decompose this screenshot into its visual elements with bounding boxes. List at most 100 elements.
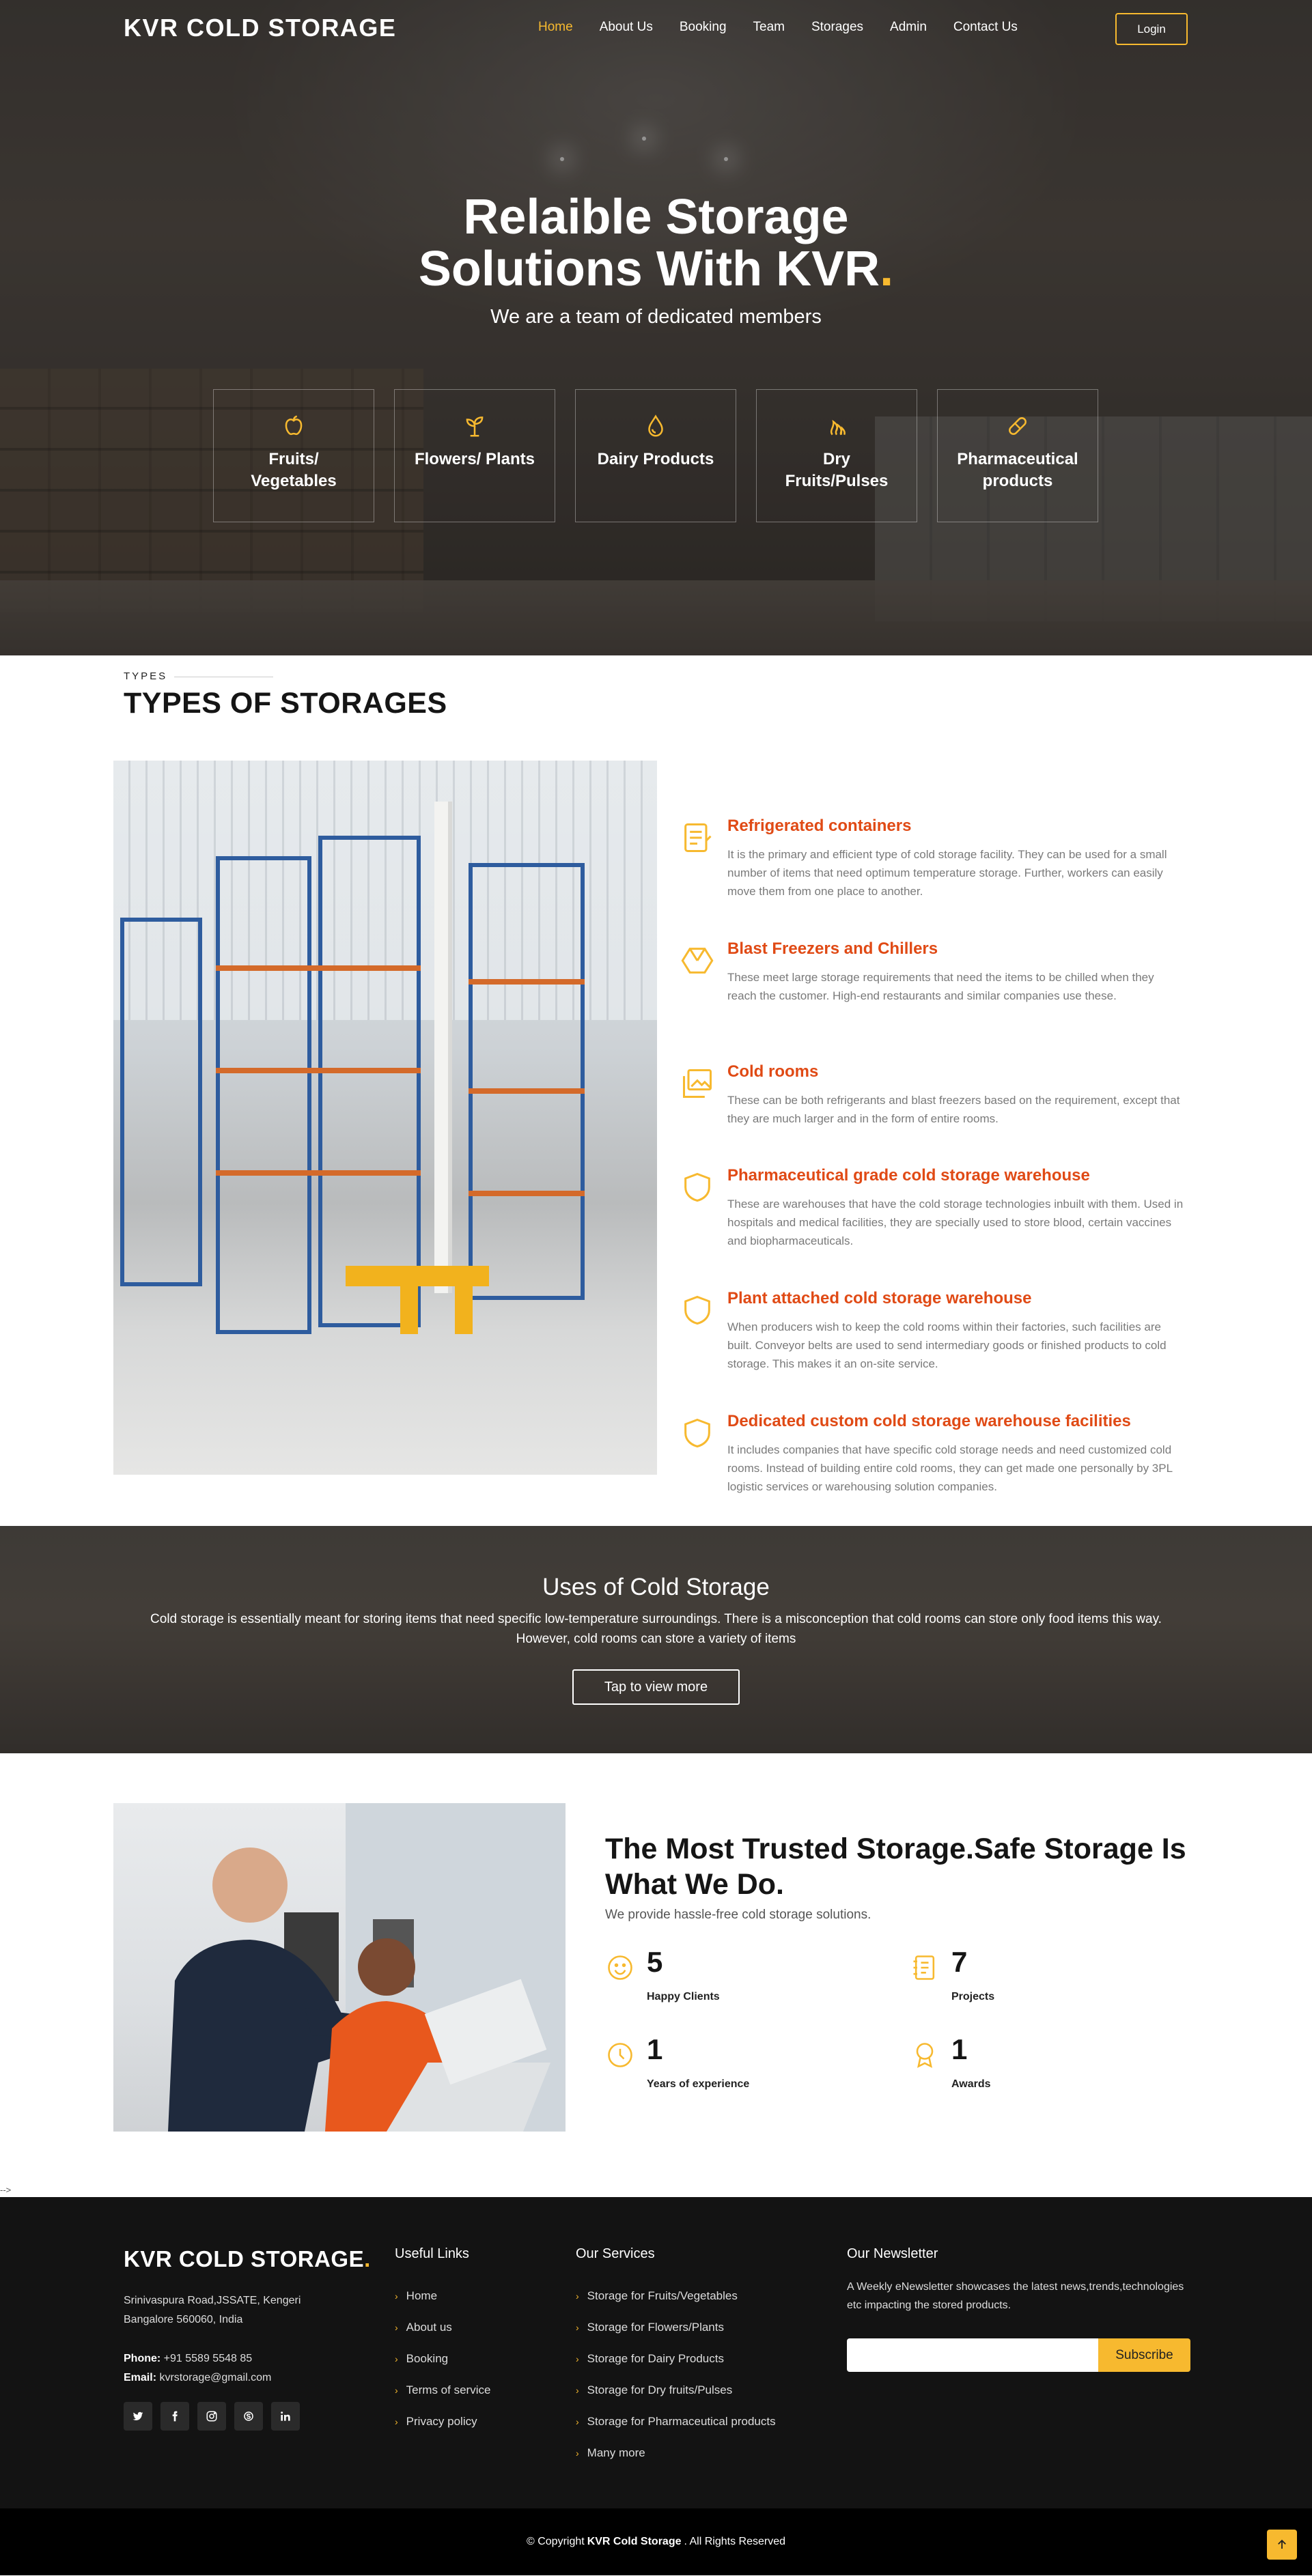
chevron-right-icon: ›	[576, 2385, 579, 2396]
category-dry-fruits-pulses[interactable]: Dry Fruits/Pulses	[756, 389, 917, 522]
footer-service-link[interactable]: › Storage for Dry fruits/Pulses	[576, 2375, 776, 2406]
category-fruits-vegetables[interactable]: Fruits/Vegetables	[213, 389, 374, 522]
category-flowers-plants[interactable]: Flowers/ Plants	[394, 389, 555, 522]
skype-icon[interactable]	[234, 2402, 263, 2431]
hexagon-icon	[681, 948, 714, 974]
footer-link-privacy[interactable]: › Privacy policy	[395, 2406, 490, 2437]
stat-number: 7	[951, 1946, 968, 1978]
footer-service-link[interactable]: › Storage for Fruits/Vegetables	[576, 2280, 776, 2312]
newsletter-email-input[interactable]	[847, 2338, 1098, 2372]
copyright-bar: © Copyright KVR Cold Storage . All Right…	[0, 2508, 1312, 2575]
copyright-name: KVR Cold Storage	[587, 2536, 682, 2547]
stat-number: 1	[647, 2033, 663, 2065]
service-text: When producers wish to keep the cold roo…	[727, 1320, 1167, 1370]
nav-booking[interactable]: Booking	[680, 20, 727, 35]
service-item: Refrigerated containers It is the primar…	[680, 817, 1192, 898]
service-title: Cold rooms	[727, 1062, 819, 1081]
service-title: Plant attached cold storage warehouse	[727, 1289, 1032, 1307]
footer-link-booking[interactable]: › Booking	[395, 2343, 490, 2375]
stat-number: 5	[647, 1946, 663, 1978]
footer-logo[interactable]: KVR COLD STORAGE.	[124, 2246, 371, 2272]
footer-link-about[interactable]: › About us	[395, 2312, 490, 2343]
nav-storages[interactable]: Storages	[811, 20, 863, 35]
trusted-section: The Most Trusted Storage.Safe Storage Is…	[0, 1753, 1312, 2197]
category-label-line2: products	[982, 472, 1053, 490]
shield-icon	[684, 1172, 710, 1202]
copyright-prefix: © Copyright	[526, 2536, 585, 2547]
category-dairy-products[interactable]: Dairy Products	[575, 389, 736, 522]
service-title: Dedicated custom cold storage warehouse …	[727, 1412, 1131, 1430]
category-pharmaceutical-products[interactable]: Pharmaceutical products	[937, 389, 1098, 522]
footer-link-terms[interactable]: › Terms of service	[395, 2375, 490, 2406]
footer-address: Srinivaspura Road,JSSATE, Kengeri Bangal…	[124, 2291, 342, 2330]
category-label-line2: Fruits/Pulses	[785, 472, 889, 490]
category-label-line2: Vegetables	[251, 472, 337, 490]
newsletter-title: Our Newsletter	[847, 2246, 938, 2261]
view-more-button[interactable]: Tap to view more	[572, 1669, 740, 1705]
chevron-right-icon: ›	[395, 2416, 398, 2427]
back-to-top-button[interactable]	[1267, 2530, 1297, 2560]
stat-number: 1	[951, 2033, 968, 2065]
email-address[interactable]: kvrstorage@gmail.com	[159, 2372, 271, 2383]
footer-service-link[interactable]: › Storage for Flowers/Plants	[576, 2312, 776, 2343]
social-links	[124, 2402, 300, 2431]
section-title: TYPES OF STORAGES	[124, 687, 447, 720]
arrow-up-icon	[1278, 2539, 1286, 2549]
drop-icon	[648, 414, 663, 437]
capsule-icon	[1009, 417, 1027, 435]
hero-title-dot: .	[880, 242, 894, 296]
linkedin-icon[interactable]	[271, 2402, 300, 2431]
section-tag: TYPES	[124, 670, 274, 682]
uses-title: Uses of Cold Storage	[542, 1574, 770, 1600]
sprout-icon	[466, 416, 484, 437]
nav-admin[interactable]: Admin	[890, 20, 927, 35]
nav-home[interactable]: Home	[538, 20, 573, 35]
footer-service-link[interactable]: › Many more	[576, 2437, 776, 2469]
category-label-line1: Fruits/	[268, 450, 319, 468]
uses-section: Uses of Cold Storage Cold storage is ess…	[0, 1526, 1312, 1753]
stat-caption: Happy Clients	[647, 1991, 720, 2002]
smile-icon	[608, 1955, 632, 1980]
hero-section: KVR COLD STORAGE Home About Us Booking T…	[0, 0, 1312, 655]
facebook-icon[interactable]	[160, 2402, 189, 2431]
chevron-right-icon: ›	[395, 2385, 398, 2396]
list-icon	[684, 823, 712, 853]
nav-contact-us[interactable]: Contact Us	[953, 20, 1018, 35]
twitter-icon[interactable]	[124, 2402, 152, 2431]
service-item: Pharmaceutical grade cold storage wareho…	[680, 1166, 1192, 1248]
chevron-right-icon: ›	[395, 2353, 398, 2364]
stray-comment-text: -->	[0, 2185, 12, 2195]
instagram-icon[interactable]	[197, 2402, 226, 2431]
main-menu: Home About Us Booking Team Storages Admi…	[538, 20, 1044, 35]
service-item: Plant attached cold storage warehouse Wh…	[680, 1289, 1192, 1371]
trusted-title: The Most Trusted Storage.Safe Storage Is…	[605, 1832, 1186, 1901]
footer-service-link[interactable]: › Storage for Dairy Products	[576, 2343, 776, 2375]
fire-icon	[830, 419, 846, 436]
nav-team[interactable]: Team	[753, 20, 785, 35]
nav-about-us[interactable]: About Us	[600, 20, 653, 35]
award-icon	[916, 2043, 934, 2068]
chevron-right-icon: ›	[576, 2322, 579, 2333]
chevron-right-icon: ›	[395, 2322, 398, 2333]
stat-caption: Projects	[951, 1991, 995, 2002]
category-label-line1: Dairy Products	[597, 450, 714, 468]
footer-useful-links: Useful Links › Home › About us › Booking › T…	[395, 2246, 490, 2437]
hero-subtitle: We are a team of dedicated members	[490, 306, 822, 328]
footer-service-link[interactable]: › Storage for Pharmaceutical products	[576, 2406, 776, 2437]
service-text: These can be both refrigerants and blast…	[727, 1094, 1180, 1125]
trusted-subtitle: We provide hassle-free cold storage solu…	[605, 1908, 871, 1922]
service-title: Pharmaceutical grade cold storage wareho…	[727, 1166, 1090, 1185]
site-logo[interactable]: KVR COLD STORAGE	[124, 14, 396, 42]
address-line2: Bangalore 560060, India	[124, 2314, 243, 2325]
copyright-suffix: . All Rights Reserved	[684, 2536, 786, 2547]
subscribe-button[interactable]: Subscribe	[1098, 2338, 1190, 2372]
category-label-line1: Pharmaceutical	[957, 450, 1078, 468]
email-label: Email:	[124, 2372, 157, 2383]
shield-icon	[684, 1295, 710, 1325]
chevron-right-icon: ›	[576, 2353, 579, 2364]
chevron-right-icon: ›	[576, 2416, 579, 2427]
hero-title-line2: Solutions With KVR	[418, 242, 880, 296]
login-button[interactable]: Login	[1115, 13, 1188, 45]
footer-link-home[interactable]: › Home	[395, 2280, 490, 2312]
services-title: Our Services	[576, 2246, 655, 2261]
